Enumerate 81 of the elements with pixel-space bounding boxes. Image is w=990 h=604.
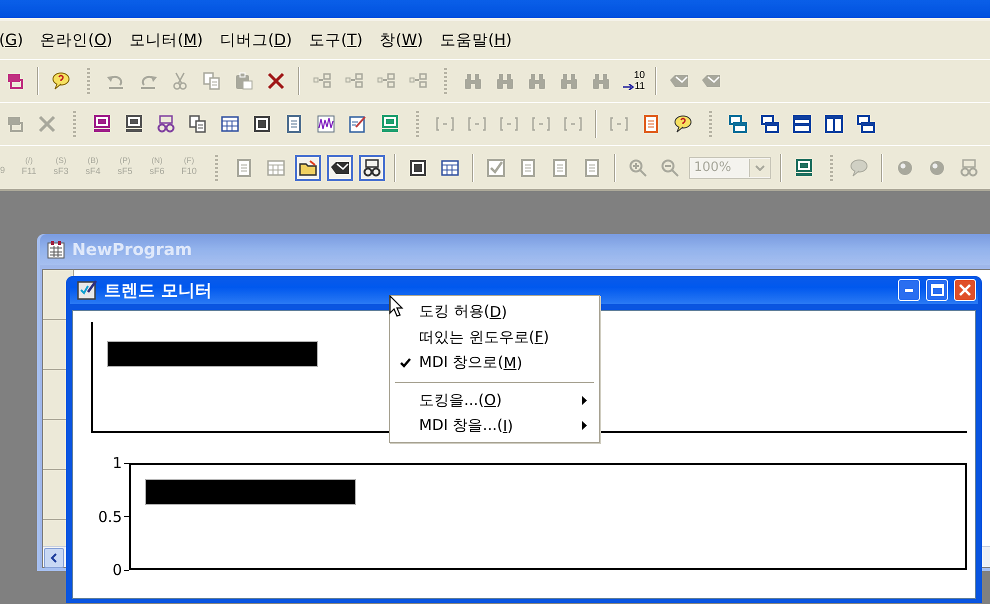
menu-item[interactable]: 도움말(H) (432, 30, 521, 50)
binoculars-icon (559, 71, 579, 91)
folder-icon (298, 158, 318, 178)
cross-icon (37, 114, 57, 134)
monitor-icon (794, 158, 814, 178)
binoculars-icon (527, 71, 547, 91)
boxes-icon (376, 71, 396, 91)
page-icon (582, 158, 602, 178)
window-title: NewProgram (72, 240, 192, 259)
minimize-icon (905, 288, 913, 292)
zoom-in-icon (628, 158, 648, 178)
toggle-button[interactable] (295, 154, 321, 180)
maximize-icon (930, 284, 944, 296)
maximize-button[interactable] (926, 279, 948, 301)
line-number: 10 (634, 70, 645, 81)
window-stack-icon (760, 114, 780, 134)
glasses-icon (156, 114, 176, 134)
list-icon (792, 114, 812, 134)
paste-icon (234, 71, 254, 91)
axis-tick-label: 0.5 (98, 508, 122, 526)
copy-icon (188, 114, 208, 134)
boxes-icon (312, 71, 332, 91)
axis-tick-label: 1 (112, 454, 122, 472)
boxes-icon (408, 71, 428, 91)
page-icon (550, 158, 570, 178)
window-stack-icon (856, 114, 876, 134)
minimize-button[interactable] (898, 279, 920, 301)
toggle-button[interactable] (327, 154, 353, 180)
monitor-icon (380, 114, 400, 134)
toolbar-button[interactable]: 10 11 (620, 68, 646, 94)
bubble-icon (673, 114, 693, 134)
check-icon (486, 158, 506, 178)
binoculars-icon (495, 71, 515, 91)
menu-item[interactable]: 도구(T) (301, 30, 372, 50)
page-icon (284, 114, 304, 134)
menu-item[interactable]: 창(W) (372, 30, 432, 50)
stack-icon (5, 71, 25, 91)
help-bubble-icon (51, 71, 71, 91)
delete-icon (266, 71, 286, 91)
page-icon (518, 158, 538, 178)
copy-icon (202, 71, 222, 91)
menu-item[interactable]: MDI 창으로(M) (392, 350, 597, 376)
window-stack-icon (728, 114, 748, 134)
line-number: 11 (634, 81, 645, 92)
page-icon (641, 114, 661, 134)
page-icon (234, 158, 254, 178)
submenu-arrow-icon (582, 421, 587, 430)
window-icon (408, 158, 428, 178)
binoculars-icon (463, 71, 483, 91)
monitor-icon (92, 114, 112, 134)
chart-icon (316, 114, 336, 134)
menu-item[interactable]: 떠있는 윈도우로(F) (392, 324, 597, 350)
menu-item[interactable]: 디버그(D) (212, 30, 302, 50)
toggle-button[interactable] (359, 154, 385, 180)
grid-icon (440, 158, 460, 178)
scroll-left-button[interactable] (44, 548, 64, 568)
columns-icon (824, 114, 844, 134)
window-title: 트렌드 모니터 (104, 280, 213, 302)
zoom-out-icon (660, 158, 680, 178)
menu-item[interactable]: 온라인(O) (32, 30, 122, 50)
boxes-icon (344, 71, 364, 91)
caret-icon (755, 164, 765, 170)
submenu-arrow-icon (582, 396, 587, 404)
menu-item[interactable]: (G) (0, 31, 32, 49)
note-icon (348, 114, 368, 134)
monitor-icon (124, 114, 144, 134)
binoculars-icon (591, 71, 611, 91)
menu-item[interactable]: 도킹을...(O) (392, 388, 597, 413)
glasses-icon (959, 158, 979, 178)
grid-icon (220, 114, 240, 134)
menu-item[interactable]: MDI 창을...(I) (392, 413, 597, 438)
arrow-icon (622, 84, 634, 90)
stack-icon (5, 114, 25, 134)
check-icon (400, 358, 411, 368)
menu-item[interactable]: 모니터(M) (121, 30, 212, 50)
grid-icon (266, 158, 286, 178)
close-button[interactable] (954, 279, 976, 301)
glasses-icon (362, 158, 382, 178)
axis-tick-label: 0 (112, 561, 122, 579)
window-icon (252, 114, 272, 134)
bubble-icon (849, 158, 869, 178)
